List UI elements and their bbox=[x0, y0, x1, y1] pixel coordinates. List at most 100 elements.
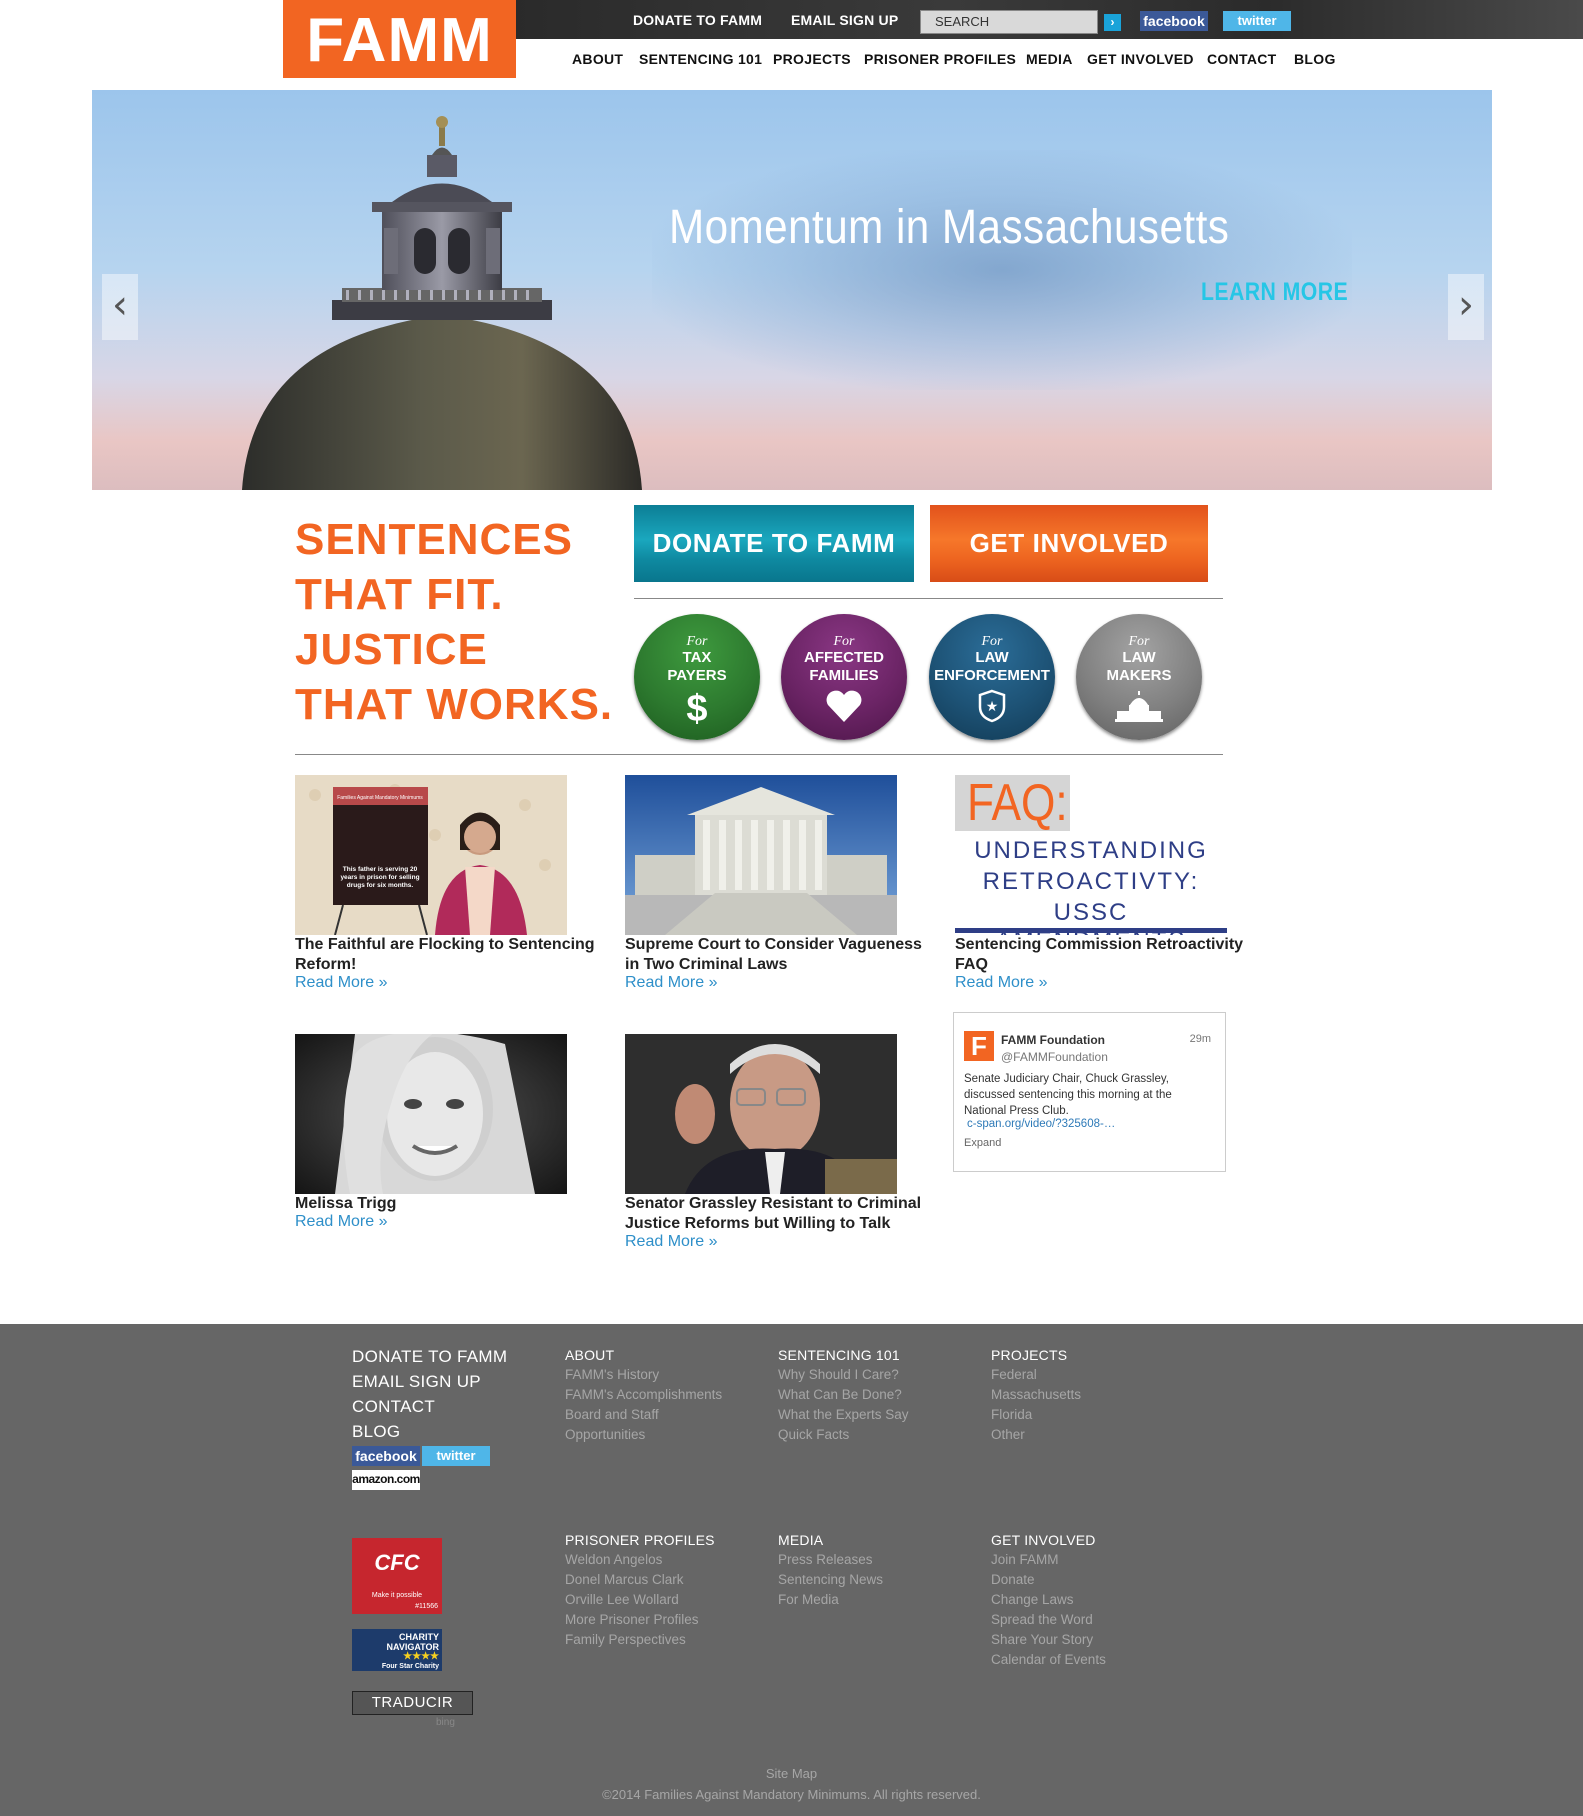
twitter-link[interactable]: twitter bbox=[1223, 11, 1291, 31]
footer-link[interactable]: Opportunities bbox=[565, 1427, 645, 1442]
hero-glow bbox=[652, 150, 1352, 390]
hero-learn-more-link[interactable]: LEARN MORE bbox=[1201, 278, 1348, 307]
footer-facebook-link[interactable]: facebook bbox=[352, 1446, 420, 1466]
search-input[interactable]: SEARCH bbox=[920, 10, 1098, 34]
svg-text:$: $ bbox=[686, 689, 707, 725]
footer-heading-sentencing-101[interactable]: SENTENCING 101 bbox=[778, 1347, 900, 1363]
nav-blog[interactable]: BLOG bbox=[1294, 51, 1336, 67]
audience-affected-families-button[interactable]: For AFFECTED FAMILIES bbox=[781, 614, 907, 740]
footer-link[interactable]: Spread the Word bbox=[991, 1612, 1093, 1627]
article-thumbnail[interactable] bbox=[625, 775, 897, 935]
svg-text:★: ★ bbox=[986, 699, 999, 715]
article-title[interactable]: Sentencing Commission Retroactivity FAQ bbox=[955, 935, 1255, 975]
footer-link[interactable]: Board and Staff bbox=[565, 1407, 659, 1422]
charity-navigator-badge[interactable]: CHARITY NAVIGATOR ★★★★ Four Star Charity bbox=[352, 1629, 442, 1671]
footer-link[interactable]: Donate bbox=[991, 1572, 1035, 1587]
footer-email-signup-link[interactable]: EMAIL SIGN UP bbox=[352, 1372, 481, 1392]
footer-link[interactable]: More Prisoner Profiles bbox=[565, 1612, 699, 1627]
article-thumbnail[interactable] bbox=[625, 1034, 897, 1194]
footer-link[interactable]: FAMM's Accomplishments bbox=[565, 1387, 722, 1402]
translate-button[interactable]: TRADUCIR bbox=[352, 1691, 473, 1715]
get-involved-button[interactable]: GET INVOLVED bbox=[930, 505, 1208, 582]
audience-law-enforcement-button[interactable]: For LAW ENFORCEMENT ★ bbox=[929, 614, 1055, 740]
footer-link[interactable]: Press Releases bbox=[778, 1552, 873, 1567]
footer-link[interactable]: Florida bbox=[991, 1407, 1032, 1422]
read-more-link[interactable]: Read More » bbox=[295, 1213, 388, 1231]
nav-get-involved[interactable]: GET INVOLVED bbox=[1087, 51, 1194, 67]
footer-heading-media[interactable]: MEDIA bbox=[778, 1532, 823, 1548]
site-map-link[interactable]: Site Map bbox=[0, 1766, 1583, 1781]
tweet-link[interactable]: c-span.org/video/?325608-… bbox=[967, 1118, 1115, 1130]
footer-link[interactable]: Other bbox=[991, 1427, 1025, 1442]
footer-link[interactable]: FAMM's History bbox=[565, 1367, 659, 1382]
tweet-author-handle[interactable]: @FAMMFoundation bbox=[1001, 1050, 1108, 1064]
tweet-expand-link[interactable]: Expand bbox=[964, 1137, 1001, 1149]
capitol-icon bbox=[1115, 691, 1163, 722]
article-thumbnail[interactable] bbox=[295, 1034, 567, 1194]
footer-link[interactable]: Calendar of Events bbox=[991, 1652, 1106, 1667]
tweet-author-name[interactable]: FAMM Foundation bbox=[1001, 1033, 1105, 1047]
footer-link[interactable]: Orville Lee Wollard bbox=[565, 1592, 679, 1607]
facebook-link[interactable]: facebook bbox=[1140, 11, 1208, 31]
audience-taxpayers-button[interactable]: For TAX PAYERS $ bbox=[634, 614, 760, 740]
read-more-link[interactable]: Read More » bbox=[955, 974, 1048, 992]
famm-logo[interactable]: FAMM bbox=[283, 0, 516, 78]
footer-link[interactable]: For Media bbox=[778, 1592, 839, 1607]
nav-contact[interactable]: CONTACT bbox=[1207, 51, 1277, 67]
footer-link[interactable]: Quick Facts bbox=[778, 1427, 849, 1442]
article-title[interactable]: Senator Grassley Resistant to Criminal J… bbox=[625, 1194, 935, 1234]
article-title[interactable]: Melissa Trigg bbox=[295, 1194, 605, 1214]
read-more-link[interactable]: Read More » bbox=[625, 974, 718, 992]
audience-lawmakers-button[interactable]: For LAW MAKERS bbox=[1076, 614, 1202, 740]
footer-link[interactable]: Massachusetts bbox=[991, 1387, 1081, 1402]
footer-link[interactable]: Family Perspectives bbox=[565, 1632, 686, 1647]
donate-button[interactable]: DONATE TO FAMM bbox=[634, 505, 914, 582]
nav-projects[interactable]: PROJECTS bbox=[773, 51, 851, 67]
footer-link[interactable]: Donel Marcus Clark bbox=[565, 1572, 684, 1587]
divider bbox=[295, 754, 1223, 755]
tagline: SENTENCES THAT FIT. JUSTICE THAT WORKS. bbox=[295, 512, 635, 732]
tweet-timestamp[interactable]: 29m bbox=[1190, 1033, 1211, 1045]
article-title[interactable]: The Faithful are Flocking to Sentencing … bbox=[295, 935, 605, 975]
footer-blog-link[interactable]: BLOG bbox=[352, 1422, 400, 1442]
nav-about[interactable]: ABOUT bbox=[572, 51, 623, 67]
footer-donate-link[interactable]: DONATE TO FAMM bbox=[352, 1347, 507, 1367]
footer-link[interactable]: Weldon Angelos bbox=[565, 1552, 662, 1567]
footer-heading-get-involved[interactable]: GET INVOLVED bbox=[991, 1532, 1096, 1548]
footer-link[interactable]: Why Should I Care? bbox=[778, 1367, 899, 1382]
footer-amazon-link[interactable]: amazon.com bbox=[352, 1470, 420, 1490]
footer-twitter-link[interactable]: twitter bbox=[422, 1446, 490, 1466]
audience-line2: ENFORCEMENT bbox=[934, 667, 1050, 684]
faq-thumbnail[interactable]: FAQ: UNDERSTANDING RETROACTIVTY: USSC AM… bbox=[955, 775, 1227, 935]
read-more-link[interactable]: Read More » bbox=[625, 1233, 718, 1251]
article-title[interactable]: Supreme Court to Consider Vagueness in T… bbox=[625, 935, 935, 975]
footer-link[interactable]: What Can Be Done? bbox=[778, 1387, 902, 1402]
article-thumbnail[interactable]: Families Against Mandatory Minimums This… bbox=[295, 775, 567, 935]
charity-line3: Four Star Charity bbox=[381, 1663, 439, 1670]
slider-prev-arrow[interactable]: ‹ bbox=[102, 274, 138, 340]
nav-sentencing-101[interactable]: SENTENCING 101 bbox=[639, 51, 762, 67]
footer-link[interactable]: Sentencing News bbox=[778, 1572, 883, 1587]
top-donate-link[interactable]: DONATE TO FAMM bbox=[633, 12, 762, 28]
logo-text: FAMM bbox=[306, 6, 493, 75]
footer-link[interactable]: Federal bbox=[991, 1367, 1037, 1382]
svg-text:This father is serving 20: This father is serving 20 bbox=[343, 866, 418, 873]
nav-media[interactable]: MEDIA bbox=[1026, 51, 1073, 67]
footer-heading-projects[interactable]: PROJECTS bbox=[991, 1347, 1067, 1363]
nav-prisoner-profiles[interactable]: PRISONER PROFILES bbox=[864, 51, 1016, 67]
cfc-badge[interactable]: CFC Make it possible #11566 bbox=[352, 1538, 442, 1614]
footer-link[interactable]: Change Laws bbox=[991, 1592, 1074, 1607]
footer-link[interactable]: Join FAMM bbox=[991, 1552, 1059, 1567]
search-submit-button[interactable]: › bbox=[1104, 14, 1121, 31]
footer-heading-about[interactable]: ABOUT bbox=[565, 1347, 614, 1363]
svg-text:drugs for six months.: drugs for six months. bbox=[347, 882, 414, 889]
tagline-line: JUSTICE bbox=[295, 625, 488, 674]
top-email-signup-link[interactable]: EMAIL SIGN UP bbox=[791, 12, 898, 28]
charity-line1: CHARITY bbox=[399, 1632, 439, 1642]
slider-next-arrow[interactable]: › bbox=[1448, 274, 1484, 340]
footer-link[interactable]: Share Your Story bbox=[991, 1632, 1093, 1647]
read-more-link[interactable]: Read More » bbox=[295, 974, 388, 992]
footer-contact-link[interactable]: CONTACT bbox=[352, 1397, 435, 1417]
footer-link[interactable]: What the Experts Say bbox=[778, 1407, 909, 1422]
footer-heading-prisoner-profiles[interactable]: PRISONER PROFILES bbox=[565, 1532, 715, 1548]
